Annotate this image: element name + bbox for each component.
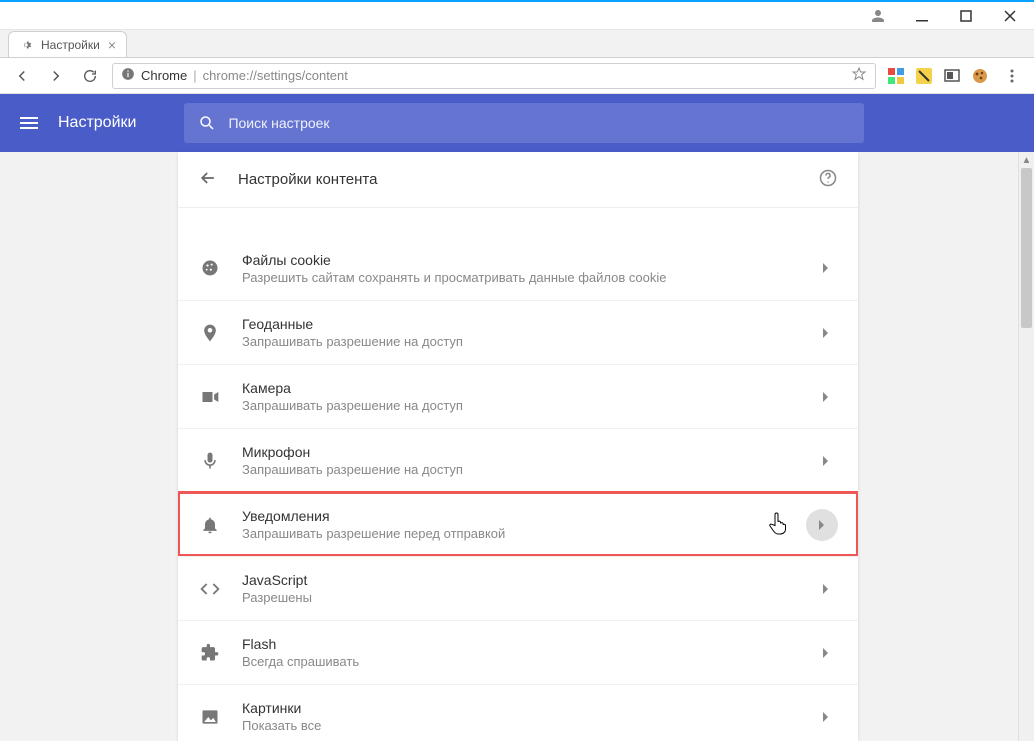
location-icon bbox=[198, 323, 222, 343]
row-label: Картинки bbox=[242, 700, 794, 716]
window-titlebar bbox=[0, 2, 1034, 30]
window-maximize-button[interactable] bbox=[944, 2, 988, 30]
chevron-right-icon bbox=[814, 647, 838, 659]
code-icon bbox=[198, 579, 222, 599]
row-sublabel: Разрешены bbox=[242, 590, 794, 605]
row-label: Камера bbox=[242, 380, 794, 396]
bell-icon bbox=[198, 515, 222, 535]
cookie-icon bbox=[198, 258, 222, 278]
content-row-puzzle[interactable]: Flash Всегда спрашивать bbox=[178, 620, 858, 684]
extension-icon[interactable] bbox=[914, 66, 934, 86]
help-icon[interactable] bbox=[818, 168, 838, 191]
omnibox-url: chrome://settings/content bbox=[203, 68, 348, 83]
bookmark-star-icon[interactable] bbox=[851, 66, 867, 85]
settings-search[interactable] bbox=[184, 103, 864, 143]
row-sublabel: Запрашивать разрешение на доступ bbox=[242, 398, 794, 413]
page-title: Настройки контента bbox=[238, 171, 798, 188]
scrollbar-thumb[interactable] bbox=[1021, 168, 1032, 328]
tab-close-icon[interactable]: × bbox=[108, 37, 116, 53]
chevron-right-icon bbox=[814, 327, 838, 339]
back-arrow-icon[interactable] bbox=[198, 168, 218, 191]
scroll-up-arrow[interactable]: ▲ bbox=[1019, 152, 1034, 168]
chevron-right-icon bbox=[814, 455, 838, 467]
search-icon bbox=[198, 114, 216, 132]
mic-icon bbox=[198, 451, 222, 471]
window-close-button[interactable] bbox=[988, 2, 1032, 30]
row-label: Уведомления bbox=[242, 508, 786, 524]
settings-header: Настройки bbox=[0, 94, 1034, 152]
tab-title: Настройки bbox=[41, 38, 100, 52]
content-area: Настройки контента Файлы cookie Разрешить… bbox=[0, 152, 1034, 741]
address-bar: Chrome | chrome://settings/content bbox=[0, 58, 1034, 94]
profile-icon[interactable] bbox=[856, 2, 900, 30]
content-row-image[interactable]: Картинки Показать все bbox=[178, 684, 858, 741]
row-label: Геоданные bbox=[242, 316, 794, 332]
row-sublabel: Запрашивать разрешение на доступ bbox=[242, 462, 794, 477]
content-row-mic[interactable]: Микрофон Запрашивать разрешение на доступ bbox=[178, 428, 858, 492]
settings-title: Настройки bbox=[58, 114, 136, 132]
content-settings-card: Настройки контента Файлы cookie Разрешить… bbox=[178, 152, 858, 741]
vertical-scrollbar[interactable]: ▲ bbox=[1018, 152, 1034, 741]
extension-icon[interactable] bbox=[886, 66, 906, 86]
window-minimize-button[interactable] bbox=[900, 2, 944, 30]
back-button[interactable] bbox=[10, 64, 34, 88]
content-row-cookie[interactable]: Файлы cookie Разрешить сайтам сохранять и… bbox=[178, 236, 858, 300]
extension-icons bbox=[886, 66, 990, 86]
reload-button[interactable] bbox=[78, 64, 102, 88]
extension-icon[interactable] bbox=[970, 66, 990, 86]
chevron-right-icon bbox=[814, 262, 838, 274]
row-label: Flash bbox=[242, 636, 794, 652]
omnibox-scheme-label: Chrome bbox=[141, 68, 187, 83]
browser-tab[interactable]: Настройки × bbox=[8, 31, 127, 57]
content-row-location[interactable]: Геоданные Запрашивать разрешение на досту… bbox=[178, 300, 858, 364]
row-sublabel: Показать все bbox=[242, 718, 794, 733]
camera-icon bbox=[198, 387, 222, 407]
row-label: JavaScript bbox=[242, 572, 794, 588]
chrome-menu-button[interactable] bbox=[1000, 64, 1024, 88]
content-row-camera[interactable]: Камера Запрашивать разрешение на доступ bbox=[178, 364, 858, 428]
image-icon bbox=[198, 707, 222, 727]
forward-button[interactable] bbox=[44, 64, 68, 88]
card-header: Настройки контента bbox=[178, 152, 858, 208]
settings-search-input[interactable] bbox=[228, 115, 850, 131]
omnibox[interactable]: Chrome | chrome://settings/content bbox=[112, 63, 876, 89]
chevron-right-icon bbox=[814, 583, 838, 595]
extension-icon[interactable] bbox=[942, 66, 962, 86]
tab-strip: Настройки × bbox=[0, 30, 1034, 58]
row-sublabel: Разрешить сайтам сохранять и просматрива… bbox=[242, 270, 794, 285]
hamburger-menu-icon[interactable] bbox=[20, 117, 38, 129]
chevron-right-icon bbox=[806, 509, 838, 541]
chevron-right-icon bbox=[814, 711, 838, 723]
row-sublabel: Запрашивать разрешение перед отправкой bbox=[242, 526, 786, 541]
puzzle-icon bbox=[198, 643, 222, 663]
chevron-right-icon bbox=[814, 391, 838, 403]
row-label: Микрофон bbox=[242, 444, 794, 460]
row-sublabel: Запрашивать разрешение на доступ bbox=[242, 334, 794, 349]
row-sublabel: Всегда спрашивать bbox=[242, 654, 794, 669]
site-info-icon[interactable] bbox=[121, 67, 135, 84]
content-row-bell[interactable]: Уведомления Запрашивать разрешение перед … bbox=[178, 492, 858, 556]
content-row-code[interactable]: JavaScript Разрешены bbox=[178, 556, 858, 620]
row-label: Файлы cookie bbox=[242, 252, 794, 268]
